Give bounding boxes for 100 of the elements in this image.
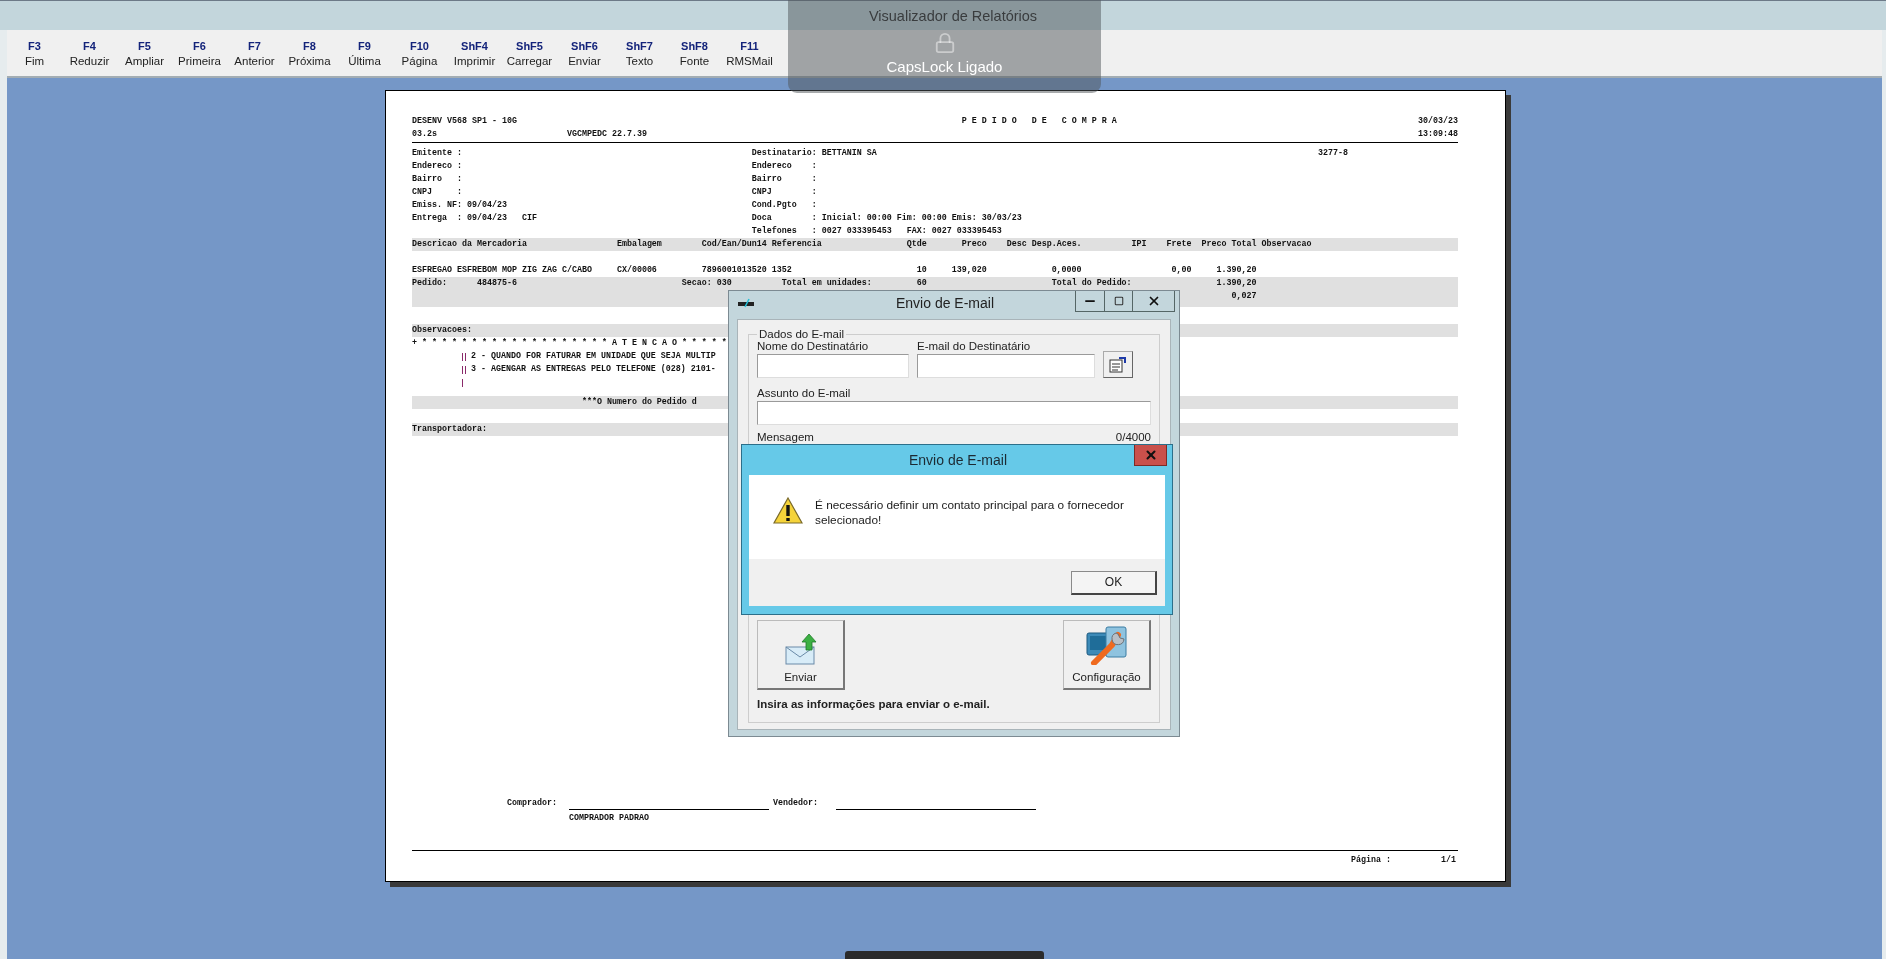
report-value: 0,027 bbox=[1230, 290, 1257, 303]
report-label: Entrega : bbox=[412, 212, 462, 225]
report-value: FAX: 0027 033395453 bbox=[906, 225, 1002, 238]
toolbar-button[interactable]: F8 Próxima bbox=[282, 33, 337, 73]
report-value: COMPRADOR PADRAO bbox=[568, 812, 649, 825]
dialog-title: Envio de E-mail bbox=[894, 294, 995, 311]
report-label: Cond.Pgto : bbox=[751, 199, 817, 212]
report-system: DESENV V568 SP1 - 10G bbox=[412, 115, 518, 128]
report-value: 030 bbox=[716, 277, 733, 290]
report-label: Bairro : bbox=[751, 173, 817, 186]
toolbar-button[interactable]: F11 RMSMail bbox=[722, 33, 777, 73]
toolbar-button[interactable]: ShF4 Imprimir bbox=[447, 33, 502, 73]
report-value: CIF bbox=[521, 212, 537, 225]
column-header: IPI bbox=[1130, 238, 1147, 251]
toolbar-button[interactable]: ShF5 Carregar bbox=[502, 33, 557, 73]
report-value: 3277-8 bbox=[1318, 147, 1349, 160]
report-value: 60 bbox=[915, 277, 927, 290]
table-cell-text: 0,0000 bbox=[1050, 264, 1082, 277]
column-header: Referencia bbox=[771, 238, 823, 251]
report-label: Pedido: bbox=[412, 277, 448, 290]
report-value: 1.390,20 bbox=[1215, 277, 1257, 290]
table-cell-text: CX/00006 bbox=[616, 264, 658, 277]
ok-button[interactable]: OK bbox=[1071, 570, 1157, 595]
send-button[interactable]: Enviar bbox=[757, 620, 845, 690]
report-value: Inicial: 00:00 Fim: 00:00 Emis: 30/03/23 bbox=[821, 212, 1022, 225]
table-cell-text: 139,020 bbox=[950, 264, 987, 277]
report-label: Total em unidades: bbox=[781, 277, 872, 290]
toolbar-button[interactable]: F6 Primeira bbox=[172, 33, 227, 73]
report-elapsed: 03.2s bbox=[412, 128, 438, 141]
toolbar-button[interactable]: F7 Anterior bbox=[227, 33, 282, 73]
toolbar-button[interactable]: ShF7 Texto bbox=[612, 33, 667, 73]
table-cell-text: 0,00 bbox=[1170, 264, 1192, 277]
lock-icon bbox=[933, 32, 956, 54]
settings-button[interactable]: Configuração bbox=[1063, 620, 1151, 690]
envelope-icon bbox=[784, 633, 817, 665]
lookup-button[interactable] bbox=[1103, 351, 1133, 378]
order-notice: ***O Numero do Pedido d bbox=[581, 396, 697, 409]
logo-icon bbox=[737, 298, 755, 308]
table-cell-text: 1352 bbox=[771, 264, 793, 277]
toolbar-button[interactable]: F5 Ampliar bbox=[117, 33, 172, 73]
character-counter: 0/4000 bbox=[1115, 431, 1151, 443]
status-text: Insira as informações para enviar o e-mail. bbox=[757, 698, 991, 710]
report-label: Total do Pedido: bbox=[1051, 277, 1133, 290]
alert-message: É necessário definir um contato principal para o fornecedor selecionado! bbox=[815, 498, 1125, 528]
report-label: Bairro : bbox=[412, 173, 462, 186]
report-label: Telefones : bbox=[751, 225, 817, 238]
column-header: Desc Desp.Aces. bbox=[1005, 238, 1082, 251]
column-header: Observacao bbox=[1260, 238, 1313, 251]
attention-text: + * * * * * * * * * * * * * * * * * * * A T E N C A O * * * * * bbox=[412, 337, 727, 350]
dialog-title: Envio de E-mail bbox=[907, 451, 1008, 468]
column-header: Frete bbox=[1165, 238, 1192, 251]
window-title: Visualizador de Relatórios bbox=[868, 7, 1038, 24]
monitor-wrench-icon bbox=[1085, 625, 1128, 665]
input-field[interactable] bbox=[917, 354, 1095, 378]
toolbar-button[interactable]: ShF6 Enviar bbox=[557, 33, 612, 73]
report-label: Endereco : bbox=[412, 160, 462, 173]
column-header: Qtde bbox=[905, 238, 927, 251]
observation-note: 3 - AGENGAR AS ENTREGAS PELO TELEFONE (028) 2101- bbox=[470, 363, 716, 376]
field-label: E-mail do Destinatário bbox=[917, 340, 1032, 352]
clipboard-icon bbox=[1109, 356, 1127, 373]
report-value: 09/04/23 bbox=[466, 199, 507, 212]
field-label: Mensagem bbox=[757, 431, 814, 443]
table-cell-text: 7896001013520 bbox=[701, 264, 768, 277]
toolbar-button[interactable]: F10 Página bbox=[392, 33, 447, 73]
report-date: 30/03/23 bbox=[1417, 115, 1458, 128]
report-label: Secao: bbox=[681, 277, 713, 290]
group-label: Dados do E-mail bbox=[758, 328, 845, 340]
field-label: Assunto do E-mail bbox=[757, 387, 852, 399]
report-label: Emitente : bbox=[412, 147, 462, 160]
report-time: 13:09:48 bbox=[1417, 128, 1458, 141]
table-cell-text: 10 bbox=[915, 264, 927, 277]
close-icon bbox=[1143, 448, 1158, 462]
input-field[interactable] bbox=[757, 401, 1151, 425]
column-header: Embalagem bbox=[616, 238, 663, 251]
report-value: 1/1 bbox=[1441, 854, 1456, 867]
field-label: Nome do Destinatário bbox=[757, 340, 870, 352]
warning-icon bbox=[773, 497, 803, 524]
report-label: Destinatario: bbox=[751, 147, 817, 160]
notice-text: CapsLock Ligado bbox=[886, 58, 1003, 75]
toolbar-button[interactable]: F4 Reduzir bbox=[62, 33, 117, 73]
report-label: Comprador: bbox=[506, 797, 557, 810]
report-value: BETTANIN SA bbox=[821, 147, 877, 160]
toolbar-button[interactable]: ShF8 Fonte bbox=[667, 33, 722, 73]
section-title: Observacoes: bbox=[412, 324, 472, 337]
maximize-icon bbox=[1113, 296, 1124, 306]
table-cell-text: ESFREGAO ESFREBOM MOP ZIG ZAG C/CABO bbox=[412, 264, 593, 277]
table-cell-text: 1.390,20 bbox=[1215, 264, 1257, 277]
report-label: CNPJ : bbox=[412, 186, 462, 199]
report-value: 0027 033395453 bbox=[821, 225, 892, 238]
toolbar-button[interactable]: F9 Última bbox=[337, 33, 392, 73]
toolbar-button[interactable]: F3 Fim bbox=[7, 33, 62, 73]
report-value: 09/04/23 bbox=[466, 212, 507, 225]
close-button[interactable] bbox=[1134, 445, 1167, 466]
report-label: Doca : bbox=[751, 212, 817, 225]
report-label: Vendedor: bbox=[772, 797, 818, 810]
input-field[interactable] bbox=[757, 354, 909, 378]
report-value: 484875-6 bbox=[476, 277, 518, 290]
report-title: P E D I D O D E C O M P R A bbox=[961, 115, 1117, 128]
report-label: Endereco : bbox=[751, 160, 817, 173]
column-header: Descricao da Mercadoria bbox=[412, 238, 528, 251]
